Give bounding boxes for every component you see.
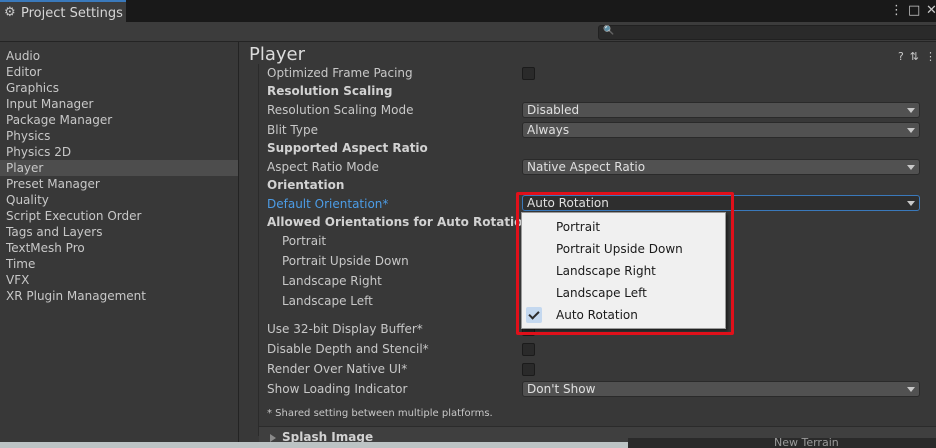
dropdown-arrow-icon <box>907 387 915 392</box>
sidebar-item-tags-and-layers[interactable]: Tags and Layers <box>0 224 238 240</box>
dropdown-value: Always <box>527 123 570 137</box>
sidebar-item-editor[interactable]: Editor <box>0 64 238 80</box>
aspect-ratio-mode-dropdown[interactable]: Native Aspect Ratio <box>522 159 920 175</box>
foldout-arrow-icon <box>270 434 276 442</box>
hierarchy-item-new-terrain[interactable]: New Terrain <box>774 436 839 448</box>
sidebar-item-input-manager[interactable]: Input Manager <box>0 96 238 112</box>
show-loading-indicator-label: Show Loading Indicator <box>267 382 408 396</box>
portrait-upside-down-label: Portrait Upside Down <box>282 254 409 268</box>
window-controls: ⋮ □ ✕ <box>890 3 936 18</box>
landscape-left-label: Landscape Left <box>282 294 373 308</box>
show-loading-indicator-dropdown[interactable]: Don't Show <box>522 381 920 397</box>
hierarchy-strip: New Terrain <box>628 436 936 448</box>
optimized-frame-pacing-label: Optimized Frame Pacing <box>267 66 413 80</box>
dropdown-arrow-icon <box>907 165 915 170</box>
allowed-orientations-heading: Allowed Orientations for Auto Rotation <box>267 215 531 229</box>
sidebar-item-player[interactable]: Player <box>0 160 238 176</box>
sidebar-item-vfx[interactable]: VFX <box>0 272 238 288</box>
page-title: Player <box>249 44 306 65</box>
sidebar-item-quality[interactable]: Quality <box>0 192 238 208</box>
orientation-heading: Orientation <box>267 178 345 192</box>
sidebar-item-graphics[interactable]: Graphics <box>0 80 238 96</box>
search-icon: 🔍 <box>603 26 615 36</box>
highlight-box <box>516 192 734 335</box>
blit-type-dropdown[interactable]: Always <box>522 122 920 138</box>
toolbar: 🔍 <box>0 22 936 42</box>
title-bar: ⚙ Project Settings ⋮ □ ✕ <box>0 0 936 24</box>
disable-depth-and-stencil-label: Disable Depth and Stencil* <box>267 342 429 356</box>
maximize-icon[interactable]: □ <box>908 3 920 18</box>
resolution-scaling-mode-label: Resolution Scaling Mode <box>267 103 414 117</box>
render-over-native-ui-checkbox[interactable] <box>522 363 535 376</box>
sidebar-item-textmesh-pro[interactable]: TextMesh Pro <box>0 240 238 256</box>
preset-icon[interactable]: ⇅ <box>910 50 919 63</box>
gear-icon: ⚙ <box>4 5 16 20</box>
dropdown-value: Disabled <box>527 103 580 117</box>
more-icon[interactable]: ⋮ <box>890 3 903 18</box>
help-icon[interactable]: ? <box>898 50 904 63</box>
resolution-scaling-heading: Resolution Scaling <box>267 84 393 98</box>
sidebar-item-xr-plugin-management[interactable]: XR Plugin Management <box>0 288 238 304</box>
tab-label: Project Settings <box>21 5 123 21</box>
dropdown-arrow-icon <box>907 128 915 133</box>
optimized-frame-pacing-checkbox[interactable] <box>522 67 535 80</box>
sidebar-item-preset-manager[interactable]: Preset Manager <box>0 176 238 192</box>
search-input[interactable]: 🔍 <box>598 25 936 40</box>
aspect-ratio-mode-label: Aspect Ratio Mode <box>267 160 379 174</box>
shared-setting-footnote: * Shared setting between multiple platfo… <box>267 408 493 419</box>
dropdown-value: Native Aspect Ratio <box>527 160 646 174</box>
sidebar-item-audio[interactable]: Audio <box>0 48 238 64</box>
dropdown-arrow-icon <box>907 201 915 206</box>
resolution-scaling-mode-dropdown[interactable]: Disabled <box>522 102 920 118</box>
default-orientation-label: Default Orientation* <box>267 197 389 211</box>
sidebar-item-time[interactable]: Time <box>0 256 238 272</box>
tab-project-settings[interactable]: ⚙ Project Settings <box>0 0 126 24</box>
bottom-strip <box>0 442 628 448</box>
sidebar-item-physics[interactable]: Physics <box>0 128 238 144</box>
sidebar-item-physics-2d[interactable]: Physics 2D <box>0 144 238 160</box>
settings-sidebar: Audio Editor Graphics Input Manager Pack… <box>0 42 239 448</box>
supported-aspect-ratio-heading: Supported Aspect Ratio <box>267 141 428 155</box>
render-over-native-ui-label: Render Over Native UI* <box>267 362 408 376</box>
sidebar-item-package-manager[interactable]: Package Manager <box>0 112 238 128</box>
landscape-right-label: Landscape Right <box>282 274 382 288</box>
blit-type-label: Blit Type <box>267 123 318 137</box>
portrait-label: Portrait <box>282 234 327 248</box>
menu-icon[interactable]: ⋮ <box>925 50 936 63</box>
header-icons: ? ⇅ ⋮ <box>898 50 936 63</box>
close-icon[interactable]: ✕ <box>926 3 936 18</box>
sidebar-item-script-execution-order[interactable]: Script Execution Order <box>0 208 238 224</box>
use-32bit-display-buffer-label: Use 32-bit Display Buffer* <box>267 322 423 336</box>
disable-depth-and-stencil-checkbox[interactable] <box>522 343 535 356</box>
dropdown-arrow-icon <box>907 108 915 113</box>
dropdown-value: Don't Show <box>527 382 596 396</box>
